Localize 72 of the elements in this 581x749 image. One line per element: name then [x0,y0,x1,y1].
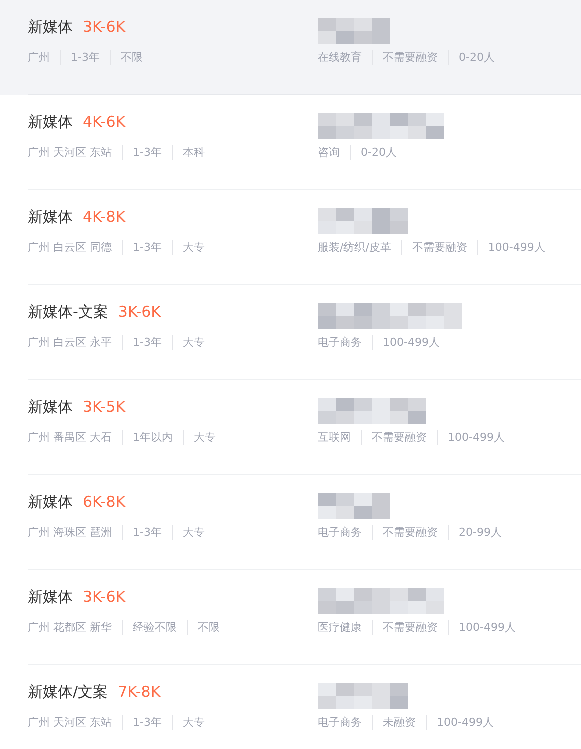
job-title: 新媒体-文案 [28,303,108,322]
job-detail: 1-3年 [60,50,100,65]
job-detail: 广州 海珠区 琶洲 [28,525,112,540]
job-detail: 经验不限 [122,620,177,635]
salary: 3K-5K [83,398,126,416]
job-title: 新媒体 [28,493,73,512]
job-detail: 广州 花都区 新华 [28,620,112,635]
job-detail: 1-3年 [122,335,162,350]
job-detail: 广州 [28,50,50,65]
job-detail: 不限 [187,620,220,635]
company-detail: 互联网 [318,430,351,445]
job-detail: 大专 [172,335,205,350]
job-title: 新媒体 [28,18,73,37]
job-row[interactable]: 新媒体 3K-6K 广州 花都区 新华 经验不限 不限 医疗健康 不需要融资 100-499人 [0,570,581,665]
company-detail: 100-499人 [437,430,505,445]
company-detail: 100-499人 [477,240,546,255]
job-row[interactable]: 新媒体 6K-8K 广州 海珠区 琶洲 1-3年 大专 电子商务 不需要融资 20-99人 [0,475,581,570]
company-detail: 咨询 [318,145,340,160]
job-row[interactable]: 新媒体 3K-5K 广州 番禺区 大石 1年以内 大专 互联网 不需要融资 100-499人 [0,380,581,475]
job-row[interactable]: 新媒体-文案 3K-6K 广州 白云区 永平 1-3年 大专 电子商务 100-499人 [0,285,581,380]
company-detail: 100-499人 [372,335,440,350]
job-title: 新媒体 [28,113,73,132]
job-detail: 本科 [172,145,205,160]
company-detail: 不需要融资 [401,240,468,255]
company-detail: 医疗健康 [318,620,362,635]
job-detail: 大专 [172,715,205,730]
company-detail: 不需要融资 [372,50,438,65]
job-detail: 不限 [110,50,143,65]
company-detail: 不需要融资 [361,430,427,445]
company-detail: 20-99人 [448,525,502,540]
company-detail: 电子商务 [318,715,362,730]
salary: 7K-8K [118,683,161,701]
job-detail: 广州 天河区 东站 [28,715,112,730]
salary: 6K-8K [83,493,126,511]
company-detail: 电子商务 [318,525,362,540]
job-detail: 1年以内 [122,430,173,445]
job-detail: 1-3年 [122,145,162,160]
job-detail: 大专 [172,240,205,255]
company-detail: 0-20人 [350,145,397,160]
blurred-company-name [318,493,390,519]
job-title: 新媒体 [28,398,73,417]
salary: 4K-8K [83,208,126,226]
job-detail: 大专 [172,525,205,540]
salary: 3K-6K [83,588,126,606]
job-detail: 1-3年 [122,240,162,255]
company-detail: 在线教育 [318,50,362,65]
company-detail: 不需要融资 [372,620,438,635]
job-detail: 广州 天河区 东站 [28,145,112,160]
job-title: 新媒体/文案 [28,683,108,702]
job-detail: 1-3年 [122,525,162,540]
salary: 3K-6K [118,303,162,321]
job-detail: 1-3年 [122,715,162,730]
company-detail: 服装/纺织/皮革 [318,240,392,255]
job-row[interactable]: 新媒体/文案 7K-8K 广州 天河区 东站 1-3年 大专 电子商务 未融资 100-499人 [0,665,581,749]
salary: 4K-6K [83,113,126,131]
blurred-company-name [318,18,390,44]
company-detail: 100-499人 [448,620,516,635]
salary: 3K-6K [83,18,126,36]
company-detail: 100-499人 [426,715,494,730]
job-detail: 广州 番禺区 大石 [28,430,112,445]
job-row[interactable]: 新媒体 3K-6K 广州 1-3年 不限 在线教育 不需要融资 0-20人 [0,0,581,95]
job-row[interactable]: 新媒体 4K-6K 广州 天河区 东站 1-3年 本科 咨询 0-20人 [0,95,581,190]
job-title: 新媒体 [28,208,73,227]
company-detail: 不需要融资 [372,525,438,540]
company-detail: 0-20人 [448,50,495,65]
job-detail: 广州 白云区 同德 [28,240,112,255]
job-row[interactable]: 新媒体 4K-8K 广州 白云区 同德 1-3年 大专 服装/纺织/皮革 不需要融资 100-499人 [0,190,581,285]
job-title: 新媒体 [28,588,73,607]
company-detail: 未融资 [372,715,416,730]
job-detail: 广州 白云区 永平 [28,335,112,350]
job-detail: 大专 [183,430,216,445]
company-detail: 电子商务 [318,335,362,350]
